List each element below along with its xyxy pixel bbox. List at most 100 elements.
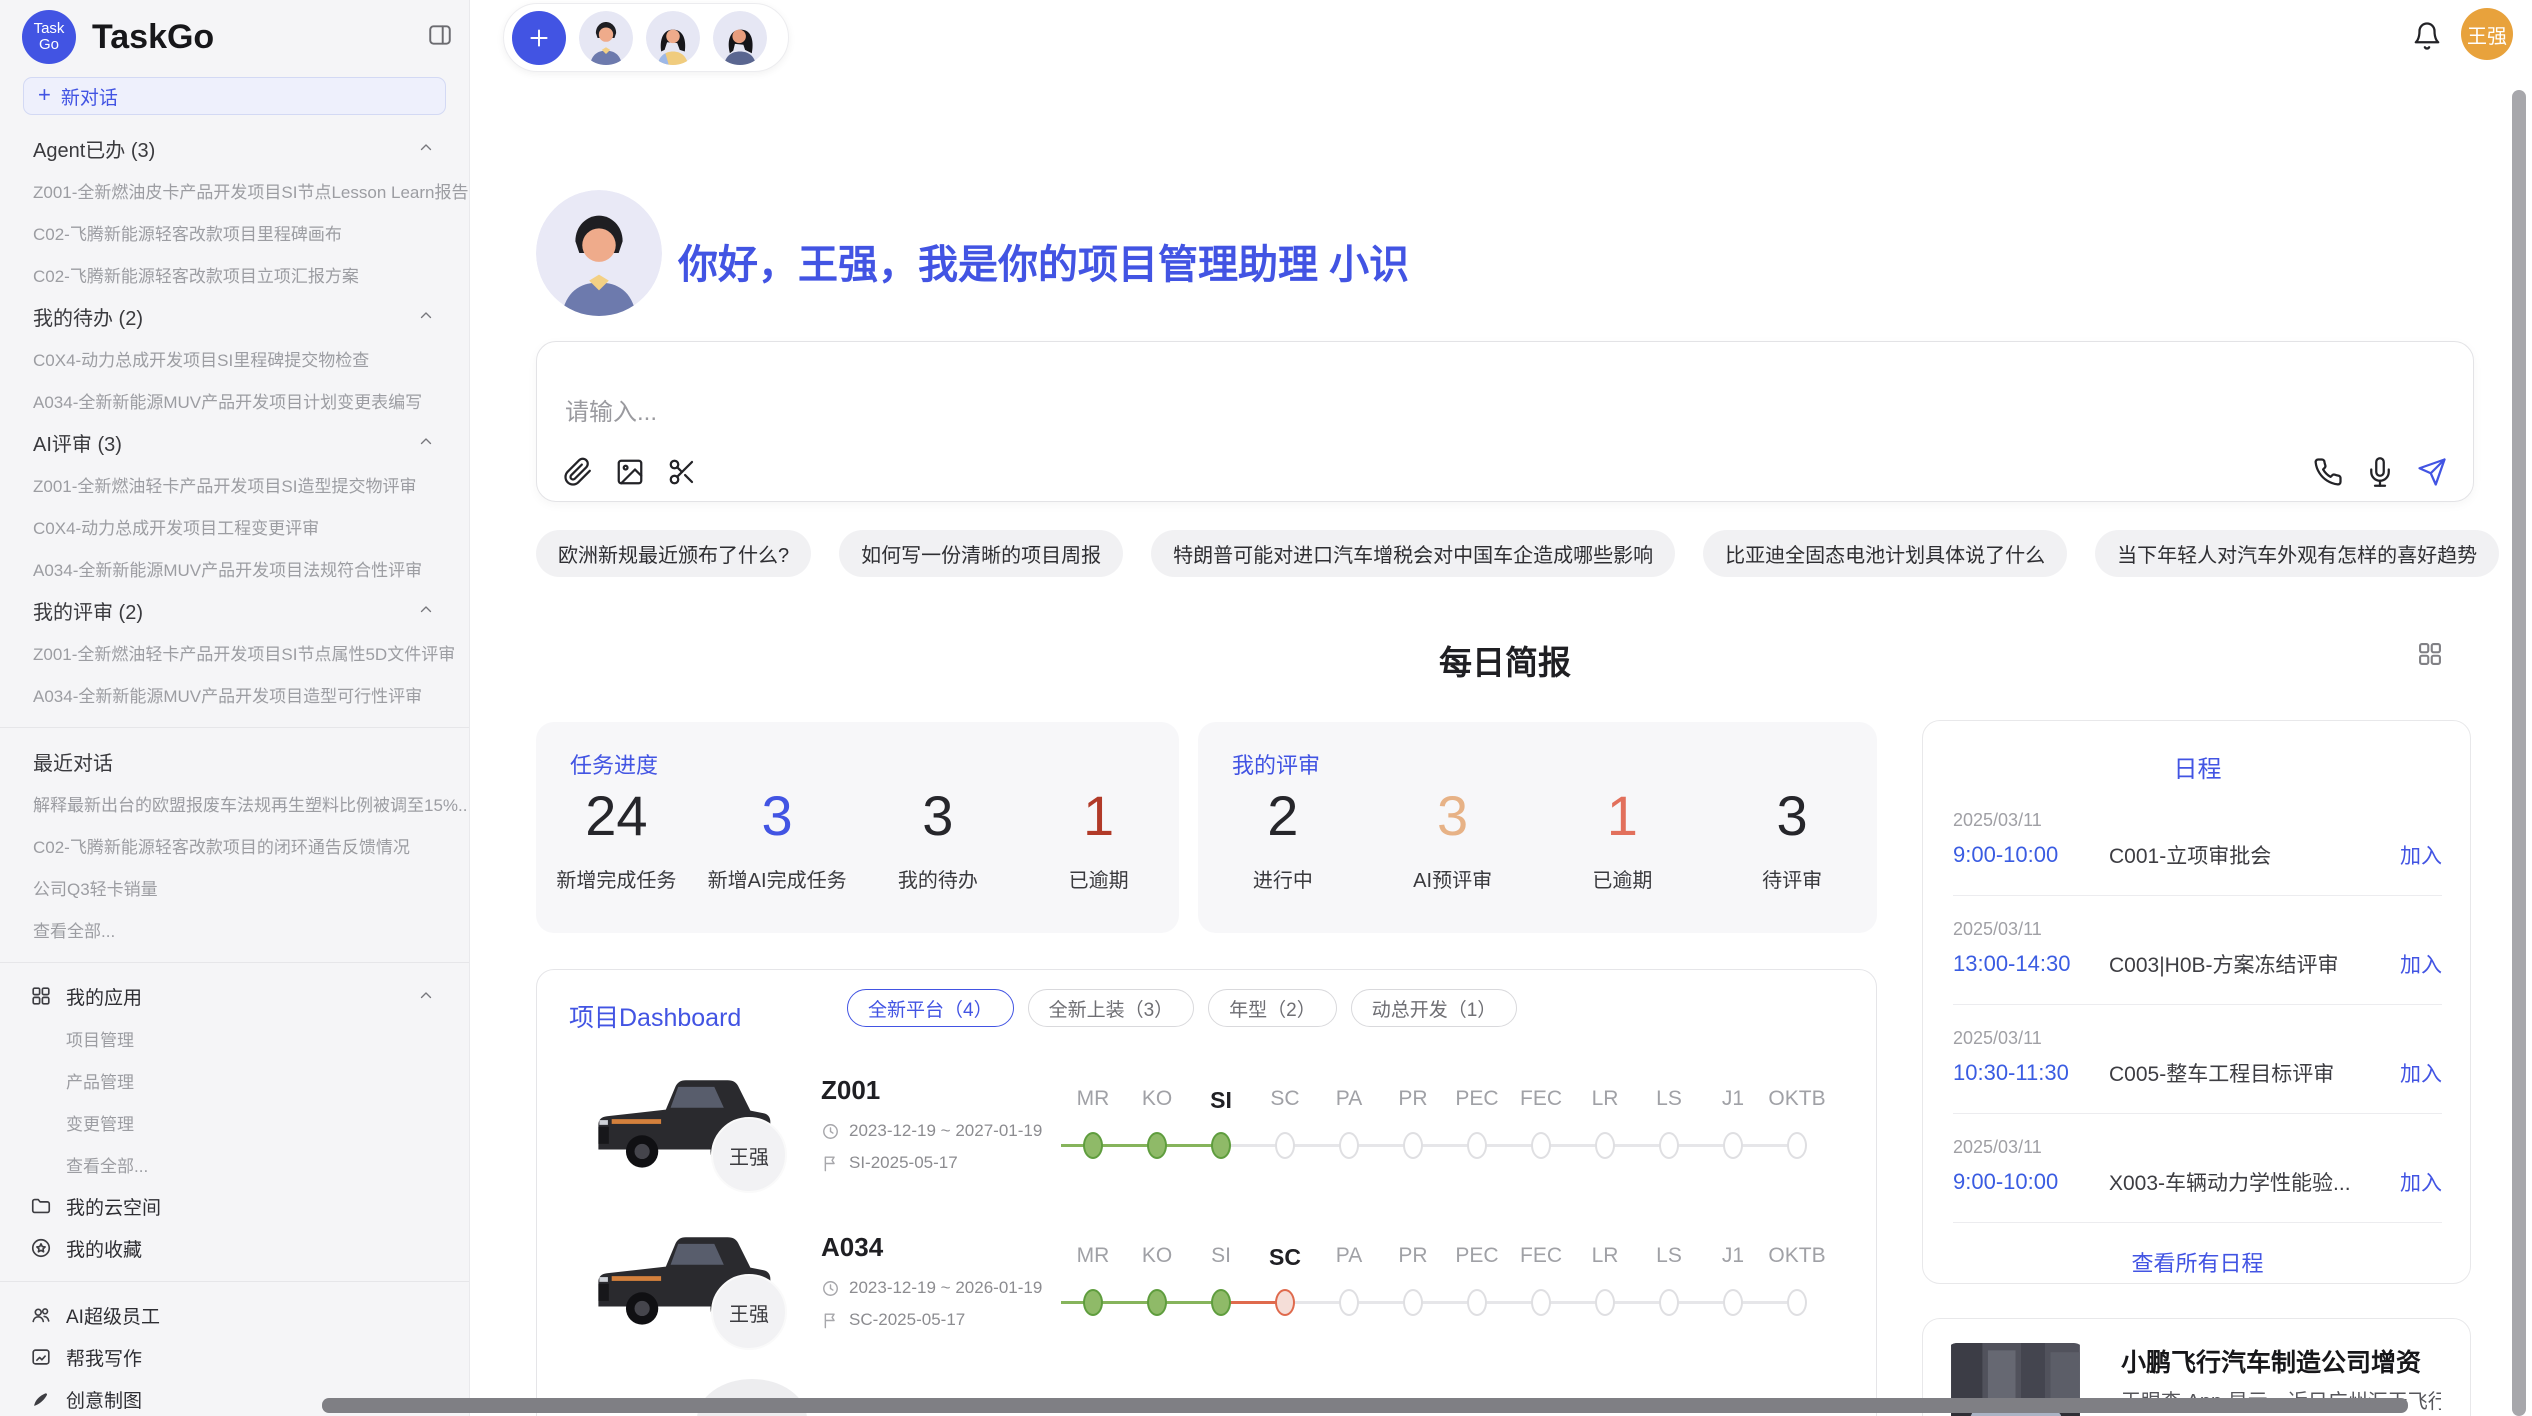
milestone-label: LS <box>1637 1087 1701 1114</box>
agent-avatar[interactable] <box>646 11 700 65</box>
suggestion-chip[interactable]: 如何写一份清晰的项目周报 <box>839 530 1123 577</box>
favorites-badge-icon <box>30 1237 52 1259</box>
stat-label: 新增AI完成任务 <box>697 864 858 893</box>
sidebar-section-header[interactable]: AI评审 (3) <box>0 421 469 463</box>
sidebar-item[interactable]: A034-全新新能源MUV产品开发项目造型可行性评审 <box>0 673 469 715</box>
dashboard-filter-chip[interactable]: 全新上装（3） <box>1028 989 1195 1027</box>
stat-value: 24 <box>536 784 697 848</box>
join-meeting-link[interactable]: 加入 <box>2400 949 2442 979</box>
microphone-icon[interactable] <box>2365 457 2395 487</box>
sidebar-item[interactable]: C0X4-动力总成开发项目工程变更评审 <box>0 505 469 547</box>
vertical-scrollbar[interactable] <box>2512 90 2526 1416</box>
sidebar-section-header[interactable]: 我的待办 (2) <box>0 295 469 337</box>
sidebar-item[interactable]: Z001-全新燃油皮卡产品开发项目SI节点Lesson Learn报告 <box>0 169 469 211</box>
milestone-label: FEC <box>1509 1087 1573 1114</box>
tool-label: 创意制图 <box>66 1386 142 1413</box>
sidebar-section-header[interactable]: 我的评审 (2) <box>0 589 469 631</box>
milestone-dot <box>1723 1132 1743 1159</box>
project-owner-badge: 王强 <box>711 1117 787 1193</box>
sidebar-item[interactable]: C02-飞腾新能源轻客改款项目里程碑画布 <box>0 211 469 253</box>
recent-chats-title: 最近对话 <box>33 747 113 776</box>
layout-grid-icon[interactable] <box>2416 640 2444 668</box>
taskgo-app: Task Go TaskGo + 新对话 Agent已办 (3)Z001-全新燃… <box>0 0 2532 1416</box>
new-chat-button[interactable]: + 新对话 <box>23 77 446 115</box>
sidebar-section-header[interactable]: Agent已办 (3) <box>0 127 469 169</box>
people-icon <box>30 1304 52 1326</box>
app-item[interactable]: 查看全部... <box>0 1143 469 1185</box>
clock-icon <box>821 1122 840 1141</box>
sidebar-item[interactable]: C0X4-动力总成开发项目SI里程碑提交物检查 <box>0 337 469 379</box>
chat-input[interactable] <box>563 398 2063 428</box>
sidebar-item-favorites[interactable]: 我的收藏 <box>0 1227 469 1269</box>
app-item[interactable]: 项目管理 <box>0 1017 469 1059</box>
recent-chat-item[interactable]: 查看全部... <box>0 908 469 950</box>
chevron-up-icon <box>417 139 435 157</box>
sidebar-item-write[interactable]: 帮我写作 <box>0 1336 469 1378</box>
sidebar-content: Agent已办 (3) Z001-全新燃油皮卡产品开发项目SI节点Lesson L… <box>0 127 469 1416</box>
agent-avatar[interactable] <box>713 11 767 65</box>
recent-chat-item[interactable]: C02-飞腾新能源轻客改款项目的闭环通告反馈情况 <box>0 824 469 866</box>
stat-value: 3 <box>1368 784 1538 848</box>
add-agent-button[interactable] <box>512 11 566 65</box>
app-item[interactable]: 变更管理 <box>0 1101 469 1143</box>
date-range-text: 2023-12-19 ~ 2026-01-19 <box>849 1278 1042 1298</box>
milestone-label: LR <box>1573 1244 1637 1271</box>
join-meeting-link[interactable]: 加入 <box>2400 1058 2442 1088</box>
voice-call-icon[interactable] <box>2313 457 2343 487</box>
app-item[interactable]: 产品管理 <box>0 1059 469 1101</box>
suggestion-chip[interactable]: 特朗普可能对进口汽车增税会对中国车企造成哪些影响 <box>1151 530 1675 577</box>
recent-chat-item[interactable]: 公司Q3轻卡销量 <box>0 866 469 908</box>
milestone-dot <box>1467 1132 1487 1159</box>
suggestion-chip[interactable]: 欧洲新规最近颁布了什么? <box>536 530 811 577</box>
sidebar-item-my-apps[interactable]: 我的应用 <box>0 975 469 1017</box>
schedule-event: 13:00-14:30C003|H0B-方案冻结评审加入 <box>1953 949 2442 979</box>
sidebar-item[interactable]: C02-飞腾新能源轻客改款项目立项汇报方案 <box>0 253 469 295</box>
sidebar-item[interactable]: Z001-全新燃油轻卡产品开发项目SI造型提交物评审 <box>0 463 469 505</box>
screenshot-scissors-icon[interactable] <box>667 457 697 487</box>
flag-text: SC-2025-05-17 <box>849 1310 965 1330</box>
stat-label: 已逾期 <box>1538 864 1708 893</box>
sidebar-item-people[interactable]: AI超级员工 <box>0 1294 469 1336</box>
dashboard-filter-chip[interactable]: 动总开发（1） <box>1351 989 1518 1027</box>
agent-avatar[interactable] <box>579 11 633 65</box>
join-meeting-link[interactable]: 加入 <box>2400 1167 2442 1197</box>
milestone-dot <box>1595 1289 1615 1316</box>
milestone-label: PEC <box>1445 1244 1509 1271</box>
event-time: 13:00-14:30 <box>1953 951 2103 977</box>
image-upload-icon[interactable] <box>615 457 645 487</box>
sidebar: Task Go TaskGo + 新对话 Agent已办 (3)Z001-全新燃… <box>0 0 470 1416</box>
event-date: 2025/03/11 <box>1953 1137 2442 1158</box>
assistant-avatar <box>536 190 662 316</box>
cloud-space-label: 我的云空间 <box>66 1193 161 1220</box>
dashboard-filter-chip[interactable]: 年型（2） <box>1208 989 1337 1027</box>
milestone-dot <box>1787 1289 1807 1316</box>
milestone-dots <box>1061 1283 1829 1323</box>
horizontal-scrollbar[interactable] <box>322 1398 2408 1413</box>
sidebar-collapse-icon[interactable] <box>427 22 453 48</box>
suggestion-chip[interactable]: 当下年轻人对汽车外观有怎样的喜好趋势 <box>2095 530 2499 577</box>
notification-bell-icon[interactable] <box>2412 21 2442 51</box>
suggestion-chip[interactable]: 比亚迪全固态电池计划具体说了什么 <box>1703 530 2067 577</box>
milestone-dot <box>1531 1289 1551 1316</box>
recent-chat-item[interactable]: 解释最新出台的欧盟报废车法规再生塑料比例被调至15%... <box>0 782 469 824</box>
attachment-icon[interactable] <box>563 457 593 487</box>
milestone-label: SC <box>1253 1244 1317 1271</box>
sidebar-item[interactable]: A034-全新新能源MUV产品开发项目法规符合性评审 <box>0 547 469 589</box>
my-apps-title: 我的应用 <box>66 983 142 1010</box>
stat-label: 已逾期 <box>1018 864 1179 893</box>
milestone-dot <box>1147 1132 1167 1159</box>
sidebar-item[interactable]: A034-全新新能源MUV产品开发项目计划变更表编写 <box>0 379 469 421</box>
logo-text-top: Task <box>34 21 65 37</box>
sidebar-section-title: Agent已办 (3) <box>33 134 155 163</box>
dashboard-filter-chip[interactable]: 全新平台（4） <box>847 989 1014 1027</box>
sidebar-item-cloud-space[interactable]: 我的云空间 <box>0 1185 469 1227</box>
sidebar-item[interactable]: Z001-全新燃油轻卡产品开发项目SI节点属性5D文件评审 <box>0 631 469 673</box>
user-avatar[interactable]: 王强 <box>2461 8 2513 60</box>
stat-value: 3 <box>697 784 858 848</box>
schedule-title: 日程 <box>1953 749 2442 784</box>
join-meeting-link[interactable]: 加入 <box>2400 840 2442 870</box>
send-icon[interactable] <box>2417 457 2447 487</box>
view-all-schedule-link[interactable]: 查看所有日程 <box>1953 1246 2442 1278</box>
project-flag-milestone: SI-2025-05-17 <box>821 1153 958 1173</box>
favorites-label: 我的收藏 <box>66 1235 142 1262</box>
